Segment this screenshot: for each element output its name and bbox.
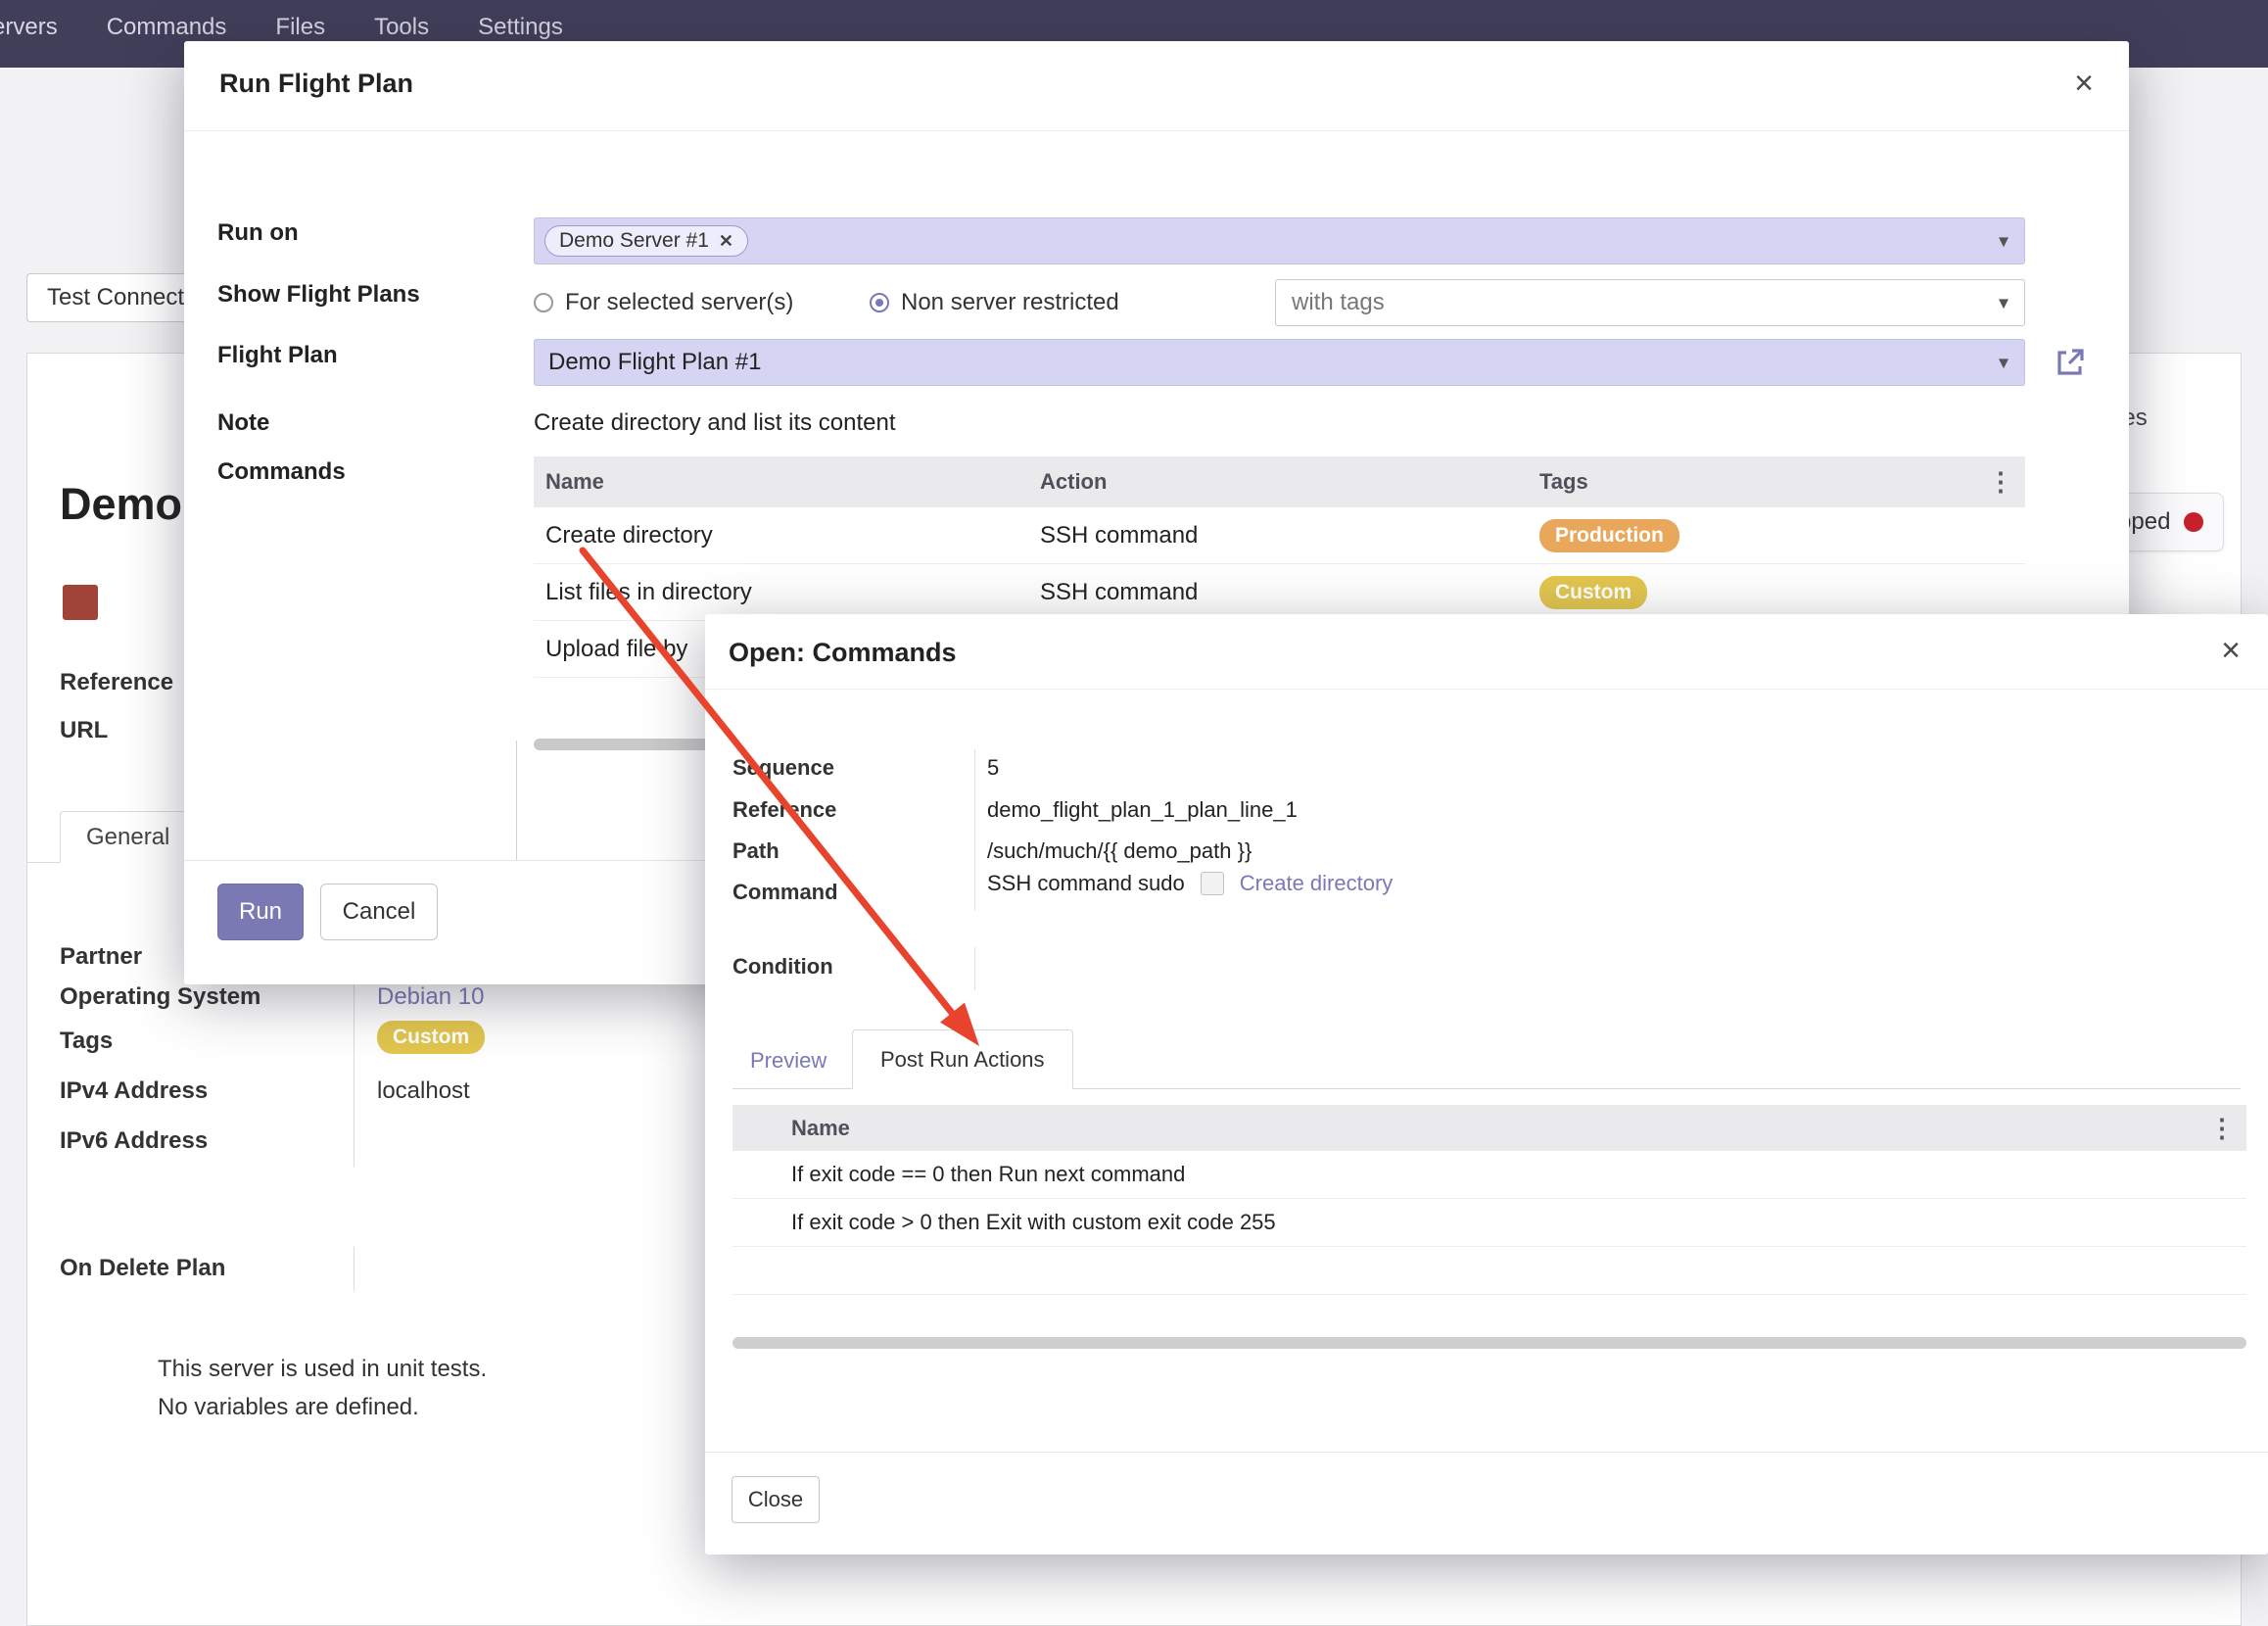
- nav-item-settings[interactable]: Settings: [472, 14, 569, 41]
- tags-badge: Custom: [377, 1021, 485, 1054]
- ipv4-value: localhost: [377, 1077, 470, 1105]
- partner-label: Partner: [60, 943, 142, 971]
- reference-label: Reference: [60, 669, 173, 696]
- tag-badge: Custom: [1539, 576, 1647, 609]
- reference-field-value: demo_flight_plan_1_plan_line_1: [987, 797, 1298, 823]
- command-value-row: SSH command sudo Create directory: [987, 871, 1393, 896]
- on-delete-plan-label: On Delete Plan: [60, 1255, 225, 1282]
- header-name[interactable]: Name: [791, 1116, 850, 1141]
- modal-header-divider: [705, 689, 2268, 690]
- external-link-icon[interactable]: [2053, 345, 2088, 380]
- flight-plan-label: Flight Plan: [217, 342, 338, 369]
- variables-note: No variables are defined.: [158, 1394, 419, 1421]
- radio-non-server-label: Non server restricted: [901, 289, 1119, 316]
- color-swatch[interactable]: [63, 585, 98, 620]
- ipv4-label: IPv4 Address: [60, 1077, 208, 1105]
- close-icon[interactable]: ×: [2221, 634, 2241, 667]
- chip-remove-icon[interactable]: ✕: [719, 231, 733, 252]
- table-row[interactable]: Create directory SSH command Production: [534, 507, 2025, 564]
- with-tags-placeholder: with tags: [1292, 280, 1385, 325]
- create-directory-checkbox[interactable]: [1201, 872, 1224, 895]
- radio-selected-servers[interactable]: [534, 293, 553, 312]
- command-label: Command: [732, 880, 838, 905]
- commands-table-header: Name Action Tags ⋮: [534, 456, 2025, 507]
- tab-preview[interactable]: Preview: [750, 1048, 827, 1074]
- note-label: Note: [217, 409, 269, 437]
- sequence-value: 5: [987, 755, 999, 781]
- cancel-button[interactable]: Cancel: [320, 884, 438, 940]
- run-on-field[interactable]: Demo Server #1 ✕ ▾: [534, 217, 2025, 264]
- create-directory-link[interactable]: Create directory: [1240, 871, 1394, 896]
- table-row[interactable]: List files in directory SSH command Cust…: [534, 564, 2025, 621]
- radio-selected-servers-label: For selected server(s): [565, 289, 793, 316]
- open-commands-title: Open: Commands: [729, 638, 957, 668]
- commands-label-separator: [516, 741, 517, 860]
- path-label: Path: [732, 838, 780, 864]
- modal-header-divider: [184, 130, 2129, 131]
- tags-label: Tags: [60, 1028, 113, 1055]
- run-flight-plan-title: Run Flight Plan: [219, 69, 413, 99]
- radio-non-server-group[interactable]: Non server restricted: [870, 279, 1119, 326]
- server-chip-label: Demo Server #1: [559, 229, 709, 253]
- ipv6-label: IPv6 Address: [60, 1127, 208, 1155]
- unit-test-note: This server is used in unit tests.: [158, 1356, 487, 1383]
- chevron-down-icon[interactable]: ▾: [1999, 351, 2008, 375]
- flight-plan-select[interactable]: Demo Flight Plan #1 ▾: [534, 339, 2025, 386]
- status-dot-icon: [2184, 512, 2203, 532]
- row-action: SSH command: [1040, 522, 1539, 550]
- table-row[interactable]: If exit code > 0 then Exit with custom e…: [732, 1199, 2246, 1247]
- field-separator: [974, 947, 975, 990]
- run-on-label: Run on: [217, 219, 299, 247]
- sequence-label: Sequence: [732, 755, 834, 781]
- table-row-empty: [732, 1247, 2246, 1295]
- operating-system-label: Operating System: [60, 983, 260, 1011]
- header-name[interactable]: Name: [534, 469, 1040, 495]
- tab-post-run-actions[interactable]: Post Run Actions: [852, 1029, 1073, 1089]
- nav-item-files[interactable]: Files: [269, 14, 331, 41]
- row-name: List files in directory: [534, 579, 1040, 606]
- tab-general[interactable]: General: [60, 811, 196, 863]
- nav-item-tools[interactable]: Tools: [368, 14, 435, 41]
- table-row[interactable]: If exit code == 0 then Run next command: [732, 1151, 2246, 1199]
- row-action: SSH command: [1040, 579, 1539, 606]
- header-tags[interactable]: Tags: [1539, 469, 2025, 495]
- kebab-menu-icon[interactable]: ⋮: [2209, 1113, 2235, 1143]
- nav-item-commands[interactable]: Commands: [101, 14, 233, 41]
- kebab-menu-icon[interactable]: ⋮: [1988, 467, 2013, 498]
- run-button[interactable]: Run: [217, 884, 304, 940]
- field-separator: [974, 749, 975, 911]
- tag-badge: Production: [1539, 519, 1679, 552]
- flight-plan-value: Demo Flight Plan #1: [548, 340, 761, 385]
- with-tags-select[interactable]: with tags ▾: [1275, 279, 2025, 326]
- row-name: Create directory: [534, 522, 1040, 550]
- flight-plan-note: Create directory and list its content: [534, 409, 896, 437]
- command-value: SSH command sudo: [987, 871, 1185, 896]
- close-icon[interactable]: ×: [2074, 67, 2094, 100]
- radio-selected-servers-group[interactable]: For selected server(s): [534, 279, 793, 326]
- chevron-down-icon[interactable]: ▾: [1999, 291, 2008, 315]
- open-commands-modal: Open: Commands × Sequence 5 Reference de…: [705, 614, 2268, 1554]
- reference-field-label: Reference: [732, 797, 836, 823]
- condition-label: Condition: [732, 954, 833, 980]
- server-chip: Demo Server #1 ✕: [544, 225, 748, 257]
- operating-system-value[interactable]: Debian 10: [377, 983, 484, 1011]
- post-run-table-header: Name ⋮: [732, 1105, 2246, 1151]
- modal-footer-divider: [705, 1452, 2268, 1453]
- header-action[interactable]: Action: [1040, 469, 1539, 495]
- close-button[interactable]: Close: [732, 1476, 820, 1523]
- url-label: URL: [60, 717, 108, 744]
- path-value: /such/much/{{ demo_path }}: [987, 838, 1252, 864]
- nav-item-servers[interactable]: Servers: [0, 14, 64, 41]
- post-run-actions-table: Name ⋮ If exit code == 0 then Run next c…: [732, 1105, 2246, 1295]
- show-flight-plans-label: Show Flight Plans: [217, 281, 420, 309]
- commands-label: Commands: [217, 458, 346, 486]
- horizontal-scrollbar[interactable]: [732, 1337, 2246, 1349]
- radio-non-server-restricted[interactable]: [870, 293, 889, 312]
- chevron-down-icon[interactable]: ▾: [1999, 229, 2008, 254]
